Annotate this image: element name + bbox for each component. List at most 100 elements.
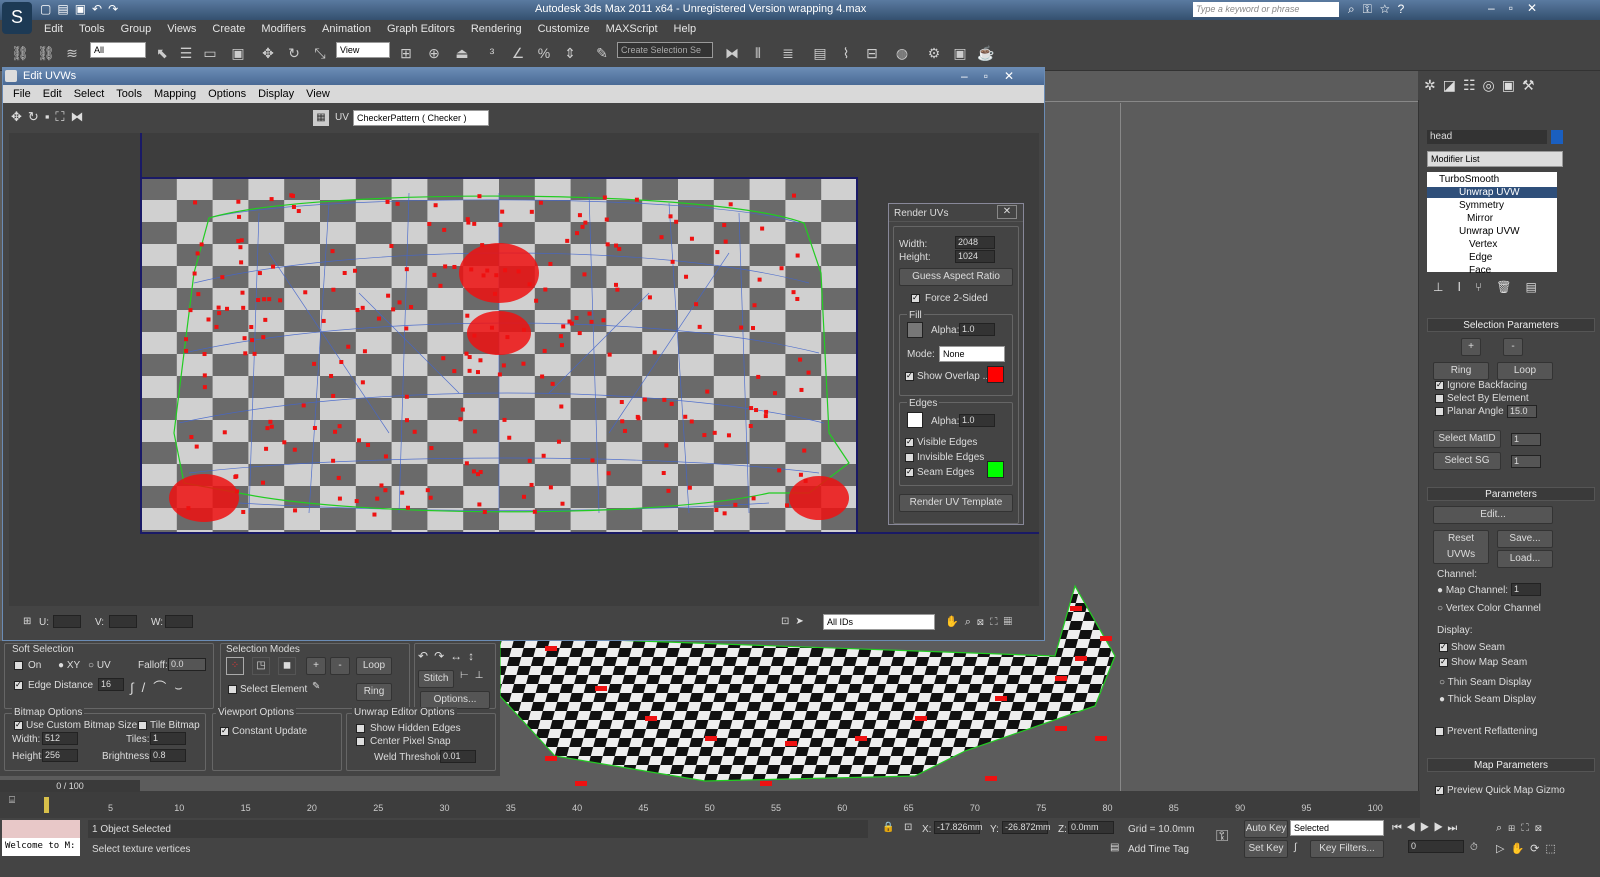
uv-vertex[interactable] (604, 217, 609, 222)
map-channel-radio[interactable]: ● Map Channel: (1437, 585, 1508, 596)
uv-menu-options[interactable]: Options (208, 88, 246, 100)
object-color-swatch[interactable] (1551, 130, 1563, 144)
named-selection-set[interactable]: Create Selection Se (617, 42, 713, 58)
uv-vertex[interactable] (705, 389, 710, 394)
sel-grow-button[interactable]: + (1461, 338, 1481, 356)
unlink-icon[interactable]: ⛓ (36, 43, 56, 63)
uv-vertex[interactable] (216, 305, 221, 310)
uv-vertex[interactable] (352, 268, 357, 273)
uv-vertex[interactable] (500, 209, 505, 214)
uv-vertex[interactable] (529, 482, 534, 487)
menu-tools[interactable]: Tools (79, 23, 105, 35)
redo-icon[interactable]: ↷ (108, 2, 124, 16)
save-icon[interactable]: ▣ (75, 2, 92, 16)
uv-vertex[interactable] (261, 335, 266, 340)
select-by-name-icon[interactable]: ☰ (176, 43, 196, 63)
rotate-ccw-icon[interactable]: ↶ (418, 649, 434, 663)
uv-vertex[interactable] (262, 297, 267, 302)
uv-vertex[interactable] (785, 503, 790, 508)
uv-menu-display[interactable]: Display (258, 88, 294, 100)
vertex-color-radio[interactable]: ○ Vertex Color Channel (1437, 603, 1541, 614)
uv-vertex[interactable] (777, 468, 782, 473)
menu-views[interactable]: Views (167, 23, 196, 35)
tiles-spinner[interactable]: 1 (150, 732, 186, 745)
y-coordinate[interactable]: -26.872mm (1002, 821, 1051, 834)
uv-vertex[interactable] (666, 488, 671, 493)
edge-distance-spinner[interactable]: 16 (98, 678, 124, 691)
uv-vertex[interactable] (521, 361, 526, 366)
custom-bitmap-checkbox[interactable] (14, 720, 23, 730)
uv-vertex[interactable] (521, 494, 526, 499)
next-frame-icon[interactable]: ▶ (1434, 822, 1448, 834)
menu-animation[interactable]: Animation (322, 23, 371, 35)
menu-customize[interactable]: Customize (538, 23, 590, 35)
uv-vertex[interactable] (669, 401, 674, 406)
uv-vertex[interactable] (199, 242, 204, 247)
uv-vertex[interactable] (442, 227, 447, 232)
uv-vertex[interactable] (184, 337, 189, 342)
uv-vertex[interactable] (312, 361, 317, 366)
uv-vertex[interactable] (575, 231, 580, 236)
uv-vertex[interactable] (354, 499, 359, 504)
uv-vertex[interactable] (582, 272, 587, 277)
fast-out-icon[interactable]: ⌣ (174, 680, 191, 695)
uv-vertex[interactable] (560, 501, 565, 506)
uv-vertex[interactable] (472, 221, 477, 226)
stack-item-edge[interactable]: Edge (1469, 252, 1492, 263)
parameters-rollout[interactable]: Parameters (1427, 487, 1595, 501)
uv-vertex[interactable] (652, 350, 657, 355)
texture-select[interactable]: CheckerPattern ( Checker ) (353, 110, 489, 126)
uv-vertex[interactable] (756, 374, 761, 379)
uv-vertex[interactable] (202, 385, 207, 390)
uv-vertex[interactable] (385, 199, 390, 204)
uv-vertex[interactable] (241, 509, 246, 514)
uv-vertex[interactable] (802, 448, 807, 453)
uv-vertex[interactable] (383, 454, 388, 459)
uv-vertex[interactable] (240, 290, 245, 295)
uv-vertex[interactable] (482, 509, 487, 514)
uv-menu-tools[interactable]: Tools (116, 88, 142, 100)
stack-item-vertex[interactable]: Vertex (1469, 239, 1497, 250)
uv-vertex[interactable] (404, 418, 409, 423)
uv-vertex[interactable] (538, 200, 543, 205)
uv-vertex[interactable] (400, 490, 405, 495)
uv-vertex[interactable] (478, 470, 483, 475)
uv-vertex[interactable] (728, 202, 733, 207)
uv-vertex[interactable] (617, 246, 622, 251)
edit-button[interactable]: Edit... (1433, 506, 1553, 524)
stack-item-unwrap-uvw-2[interactable]: Unwrap UVW (1459, 226, 1520, 237)
uv-vertex[interactable] (577, 213, 582, 218)
uv-vertex[interactable] (428, 495, 433, 500)
uv-vertex[interactable] (196, 292, 201, 297)
uv-vertex[interactable] (752, 303, 757, 308)
uv-vertex[interactable] (252, 351, 257, 356)
uv-vertex[interactable] (798, 472, 803, 477)
edit-uvws-titlebar[interactable]: Edit UVWs –▫✕ (3, 68, 1044, 85)
preview-gizmo-checkbox[interactable] (1435, 785, 1444, 795)
auto-key-button[interactable]: Auto Key (1244, 820, 1288, 838)
scale-icon[interactable]: ▪ (45, 109, 56, 124)
uv-vertex[interactable] (602, 195, 607, 200)
uv-vertex[interactable] (799, 387, 804, 392)
uv-vertex[interactable] (443, 264, 448, 269)
star-icon[interactable]: ☆ (1380, 2, 1398, 16)
uv-vertex[interactable] (607, 352, 612, 357)
uv-vertex[interactable] (360, 380, 365, 385)
reference-coord-select[interactable]: View (336, 42, 390, 58)
uv-vertex[interactable] (580, 224, 585, 229)
select-matid-button[interactable]: Select MatID (1433, 430, 1501, 448)
paint-select-icon[interactable]: ✎ (312, 681, 320, 692)
uv-vertex[interactable] (267, 297, 272, 302)
uv-vertex[interactable] (405, 505, 410, 510)
snap-icon[interactable]: ▦ (1004, 616, 1018, 628)
invisible-edges-checkbox[interactable] (905, 453, 914, 462)
uv-vertex[interactable] (243, 351, 248, 356)
uv-vertex[interactable] (561, 324, 566, 329)
uv-vertex[interactable] (194, 444, 199, 449)
close-icon[interactable]: ✕ (1527, 1, 1551, 15)
uv-vertex[interactable] (543, 287, 548, 292)
modifier-stack[interactable]: TurboSmooth Unwrap UVW Symmetry Mirror U… (1427, 172, 1557, 276)
key-mode-select[interactable]: Selected (1290, 820, 1384, 836)
sel-loop-button[interactable]: Loop (1497, 362, 1553, 380)
uv-vertex[interactable] (337, 424, 342, 429)
